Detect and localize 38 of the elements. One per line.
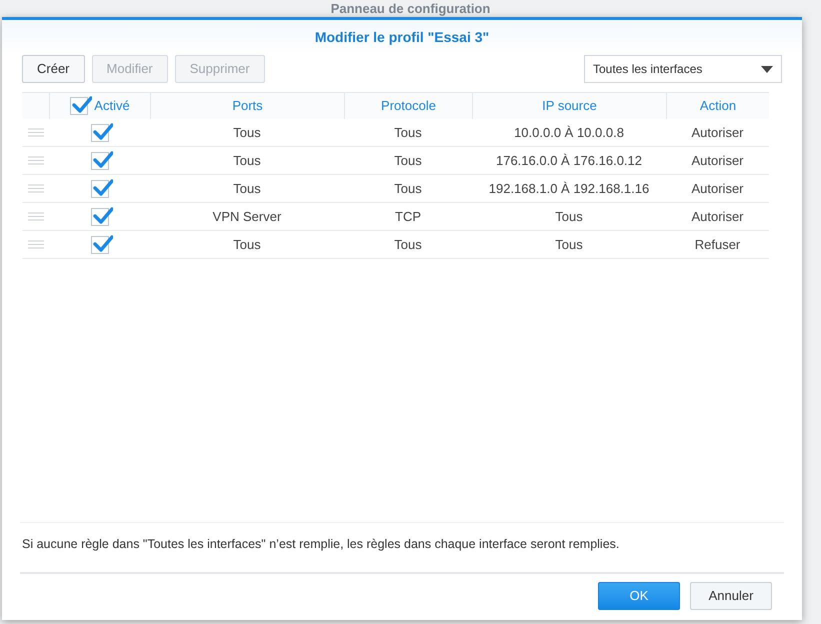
caret-icon bbox=[761, 66, 773, 72]
table-cell-text: Tous bbox=[233, 152, 261, 170]
table-cell-text: Tous bbox=[394, 180, 422, 198]
column-header[interactable]: Activé bbox=[94, 96, 130, 116]
table-cell-text: 192.168.1.0 À 192.168.1.16 bbox=[488, 180, 650, 198]
table-cell-text: 10.0.0.0 À 10.0.0.8 bbox=[514, 124, 624, 142]
background-window-title: Panneau de configuration bbox=[330, 1, 490, 18]
toolbar-button[interactable]: Créer bbox=[22, 55, 85, 83]
table-cell-text: Tous bbox=[555, 208, 583, 226]
drag-handle-icon[interactable] bbox=[28, 156, 44, 165]
table-cell-text: TCP bbox=[395, 208, 421, 226]
table-cell-text: Tous bbox=[555, 236, 583, 254]
column-header[interactable]: Action bbox=[700, 96, 736, 116]
column-header[interactable]: Protocole bbox=[381, 96, 436, 116]
table-cell-text: Tous bbox=[233, 124, 261, 142]
table-cell-text: Autoriser bbox=[691, 124, 744, 142]
table-cell-text: Tous bbox=[233, 236, 261, 254]
table-cell-text: VPN Server bbox=[212, 208, 282, 226]
info-note: Si aucune règle dans "Toutes les interfaces" n’est remplie, les règles dans chaque interface seront remplies. bbox=[22, 537, 620, 551]
drag-handle-icon[interactable] bbox=[28, 212, 44, 221]
column-header[interactable]: IP source bbox=[542, 96, 597, 116]
table-cell-text: Autoriser bbox=[691, 180, 744, 198]
table-cell-text: Tous bbox=[233, 180, 261, 198]
table-cell-text: Autoriser bbox=[691, 208, 744, 226]
table-cell-text: Refuser bbox=[694, 236, 740, 254]
drag-handle-icon[interactable] bbox=[28, 184, 44, 193]
dialog-title: Modifier le profil "Essai 3" bbox=[314, 28, 490, 47]
ok-button[interactable]: OK bbox=[598, 582, 680, 610]
table-cell-text: 176.16.0.0 À 176.16.0.12 bbox=[496, 152, 642, 170]
interface-dropdown[interactable]: Toutes les interfaces bbox=[584, 55, 782, 83]
drag-handle-icon[interactable] bbox=[28, 128, 44, 137]
column-header[interactable]: Ports bbox=[232, 96, 263, 116]
table-cell-text: Autoriser bbox=[691, 152, 744, 170]
drag-handle-icon[interactable] bbox=[28, 240, 44, 249]
table-cell-text: Tous bbox=[394, 124, 422, 142]
table-cell-text: Tous bbox=[394, 236, 422, 254]
table-cell-text: Tous bbox=[394, 152, 422, 170]
cancel-button[interactable]: Annuler bbox=[690, 582, 772, 610]
